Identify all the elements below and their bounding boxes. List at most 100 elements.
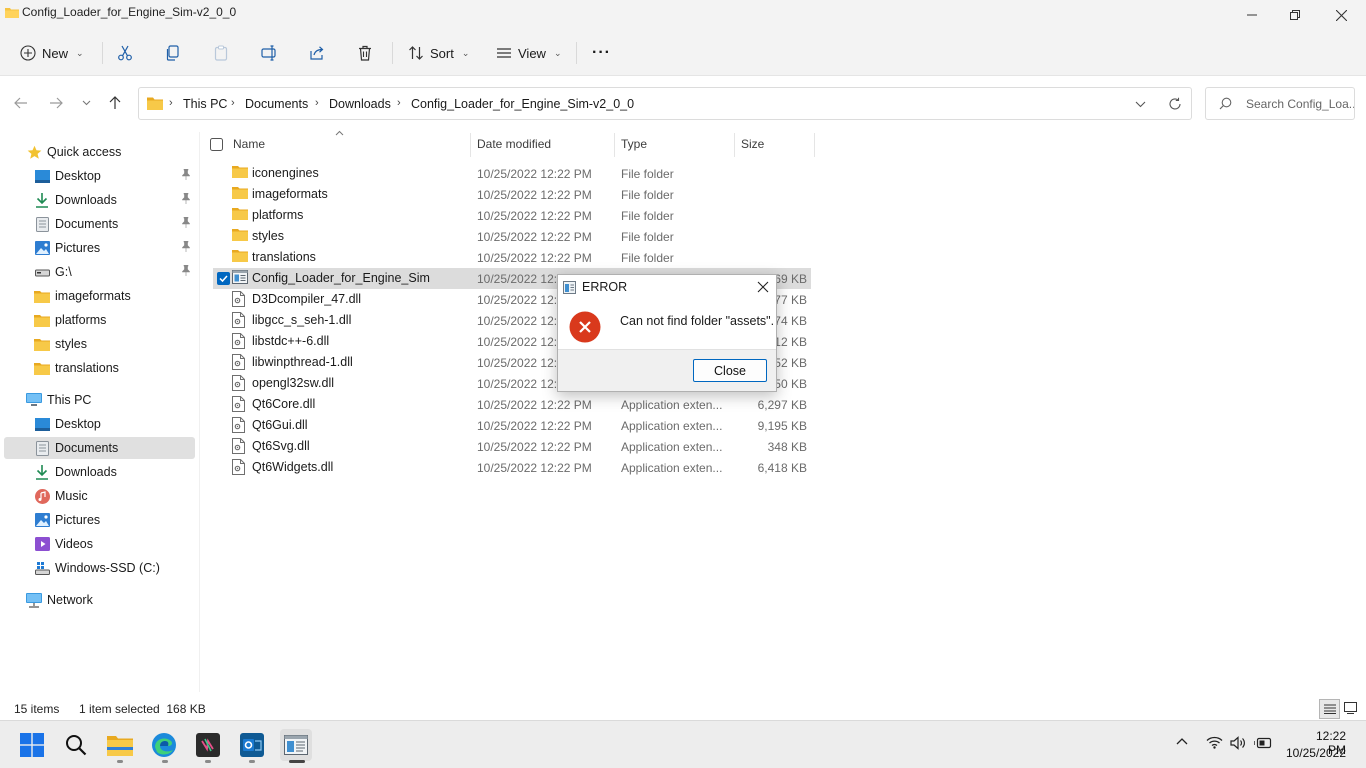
- column-divider[interactable]: [734, 133, 735, 157]
- search-input[interactable]: Search Config_Loa...: [1205, 87, 1355, 120]
- pin-icon[interactable]: [181, 217, 191, 228]
- app-taskbar-button[interactable]: [192, 729, 224, 761]
- music-icon: [34, 488, 50, 504]
- pin-icon[interactable]: [181, 193, 191, 204]
- pin-icon[interactable]: [181, 265, 191, 276]
- file-row[interactable]: styles 10/25/2022 12:22 PM File folder: [213, 226, 811, 247]
- file-explorer-taskbar-button[interactable]: [104, 729, 136, 761]
- file-size: 6,418 KB: [757, 461, 807, 475]
- file-row[interactable]: Qt6Widgets.dll 10/25/2022 12:22 PM Applica…: [213, 457, 811, 478]
- sidebar-item-translations[interactable]: translations: [4, 357, 195, 379]
- edge-taskbar-button[interactable]: [148, 729, 180, 761]
- column-header-name[interactable]: Name: [233, 137, 265, 151]
- file-row[interactable]: Qt6Gui.dll 10/25/2022 12:22 PM Application…: [213, 415, 811, 436]
- column-divider[interactable]: [814, 133, 815, 157]
- breadcrumb-documents[interactable]: Documents: [245, 97, 308, 111]
- file-row[interactable]: platforms 10/25/2022 12:22 PM File folder: [213, 205, 811, 226]
- selection-info: 1 item selected 168 KB: [79, 702, 206, 716]
- sidebar-item-g-drive[interactable]: G:\: [4, 261, 195, 283]
- folder-icon: [232, 249, 248, 265]
- sidebar-item-imageformats[interactable]: imageformats: [4, 285, 195, 307]
- volume-icon[interactable]: [1230, 736, 1246, 750]
- forward-button[interactable]: [46, 93, 66, 113]
- search-taskbar-button[interactable]: [60, 729, 92, 761]
- recent-locations-button[interactable]: [76, 93, 96, 113]
- details-view-button[interactable]: [1319, 699, 1340, 719]
- file-size: 6,297 KB: [757, 398, 807, 412]
- address-history-dropdown[interactable]: [1135, 101, 1146, 108]
- outlook-taskbar-button[interactable]: [236, 729, 268, 761]
- column-header-type[interactable]: Type: [621, 137, 647, 151]
- address-bar[interactable]: › This PC › Documents › Downloads › Conf…: [138, 87, 1192, 120]
- sidebar-item-windows-ssd[interactable]: Windows-SSD (C:): [4, 557, 195, 579]
- pin-icon[interactable]: [181, 169, 191, 180]
- sidebar-item-pc-desktop[interactable]: Desktop: [4, 413, 195, 435]
- column-header-date[interactable]: Date modified: [477, 137, 551, 151]
- sidebar-item-downloads[interactable]: Downloads: [4, 189, 195, 211]
- breadcrumb-current-folder[interactable]: Config_Loader_for_Engine_Sim-v2_0_0: [411, 97, 634, 111]
- title-bar: Config_Loader_for_Engine_Sim-v2_0_0: [0, 0, 1366, 30]
- sidebar-item-documents[interactable]: Documents: [4, 213, 195, 235]
- more-options-button[interactable]: ···: [592, 39, 611, 67]
- sort-button[interactable]: Sort ⌄: [408, 39, 469, 67]
- sidebar-item-desktop[interactable]: Desktop: [4, 165, 195, 187]
- close-window-button[interactable]: [1328, 4, 1354, 26]
- chevron-right-icon: ›: [397, 97, 401, 109]
- wifi-icon[interactable]: [1206, 736, 1223, 749]
- dialog-close-button[interactable]: Close: [693, 359, 767, 382]
- paste-button[interactable]: [213, 39, 229, 67]
- sidebar-item-platforms[interactable]: platforms: [4, 309, 195, 331]
- sidebar-item-pc-pictures[interactable]: Pictures: [4, 509, 195, 531]
- restore-button[interactable]: [1282, 4, 1308, 26]
- pin-icon[interactable]: [181, 241, 191, 252]
- cut-button[interactable]: [117, 39, 133, 67]
- start-button[interactable]: [16, 729, 48, 761]
- pictures-icon: [34, 512, 50, 528]
- refresh-icon[interactable]: [1168, 97, 1182, 111]
- new-button[interactable]: New ⌄: [20, 39, 84, 67]
- sidebar-item-styles[interactable]: styles: [4, 333, 195, 355]
- file-row[interactable]: imageformats 10/25/2022 12:22 PM File fold…: [213, 184, 811, 205]
- rename-button[interactable]: [261, 39, 278, 67]
- sidebar-label: imageformats: [55, 289, 131, 303]
- chevron-up-icon[interactable]: [1176, 737, 1188, 745]
- column-divider[interactable]: [470, 133, 471, 157]
- window-title: Config_Loader_for_Engine_Sim-v2_0_0: [22, 5, 237, 19]
- copy-button[interactable]: [165, 39, 181, 67]
- view-button[interactable]: View ⌄: [496, 39, 562, 67]
- file-row[interactable]: translations 10/25/2022 12:22 PM File fold…: [213, 247, 811, 268]
- file-row[interactable]: Qt6Core.dll 10/25/2022 12:22 PM Applicatio…: [213, 394, 811, 415]
- column-divider[interactable]: [614, 133, 615, 157]
- dll-file-icon: [232, 312, 248, 328]
- up-button[interactable]: [105, 93, 125, 113]
- sidebar-item-network[interactable]: Network: [4, 589, 195, 611]
- share-button[interactable]: [309, 39, 325, 67]
- breadcrumb-downloads[interactable]: Downloads: [329, 97, 391, 111]
- select-all-checkbox[interactable]: [210, 138, 223, 151]
- sidebar-item-music[interactable]: Music: [4, 485, 195, 507]
- minimize-button[interactable]: [1239, 4, 1265, 26]
- sidebar-item-quick-access[interactable]: Quick access: [4, 141, 195, 163]
- sidebar-item-pc-documents[interactable]: Documents: [4, 437, 195, 459]
- delete-button[interactable]: [357, 39, 373, 67]
- file-row[interactable]: Qt6Svg.dll 10/25/2022 12:22 PM Application…: [213, 436, 811, 457]
- sidebar-item-videos[interactable]: Videos: [4, 533, 195, 555]
- breadcrumb-this-pc[interactable]: This PC: [183, 97, 227, 111]
- dialog-close-icon[interactable]: [757, 281, 769, 293]
- dll-file-icon: [232, 375, 248, 391]
- file-name: Config_Loader_for_Engine_Sim: [252, 271, 430, 285]
- sidebar-item-this-pc[interactable]: This PC: [4, 389, 195, 411]
- battery-icon[interactable]: [1254, 737, 1272, 749]
- divider: [392, 42, 393, 64]
- file-size: 52 KB: [774, 356, 807, 370]
- config-loader-taskbar-button[interactable]: [280, 729, 312, 761]
- row-checkbox-checked[interactable]: [217, 272, 230, 285]
- clock-date[interactable]: 10/25/2022: [1282, 746, 1346, 760]
- sidebar-item-pictures[interactable]: Pictures: [4, 237, 195, 259]
- file-date: 10/25/2022 12:22 PM: [477, 188, 592, 202]
- back-button[interactable]: [11, 93, 31, 113]
- sidebar-item-pc-downloads[interactable]: Downloads: [4, 461, 195, 483]
- column-header-size[interactable]: Size: [741, 137, 764, 151]
- file-row[interactable]: iconengines 10/25/2022 12:22 PM File folde…: [213, 163, 811, 184]
- tiles-view-button[interactable]: [1344, 702, 1357, 714]
